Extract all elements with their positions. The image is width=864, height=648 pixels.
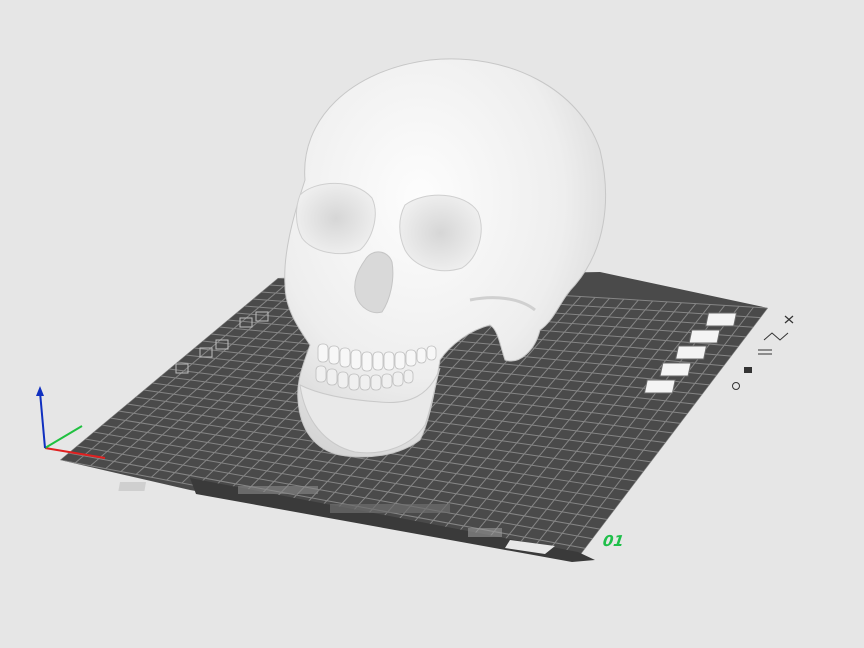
close-icon xyxy=(784,315,794,324)
plate-number-label: 01 xyxy=(601,532,626,550)
z-axis xyxy=(39,391,46,449)
y-axis xyxy=(44,425,83,449)
skull-right-eye-socket xyxy=(399,194,482,272)
arrange-icon xyxy=(763,332,789,341)
scene-canvas[interactable] xyxy=(0,0,864,648)
orient-icon xyxy=(758,349,772,355)
lock-icon xyxy=(744,367,752,373)
3d-viewport[interactable]: 01 xyxy=(0,0,864,648)
skull-left-eye-socket xyxy=(296,182,376,255)
gear-icon xyxy=(732,382,740,390)
